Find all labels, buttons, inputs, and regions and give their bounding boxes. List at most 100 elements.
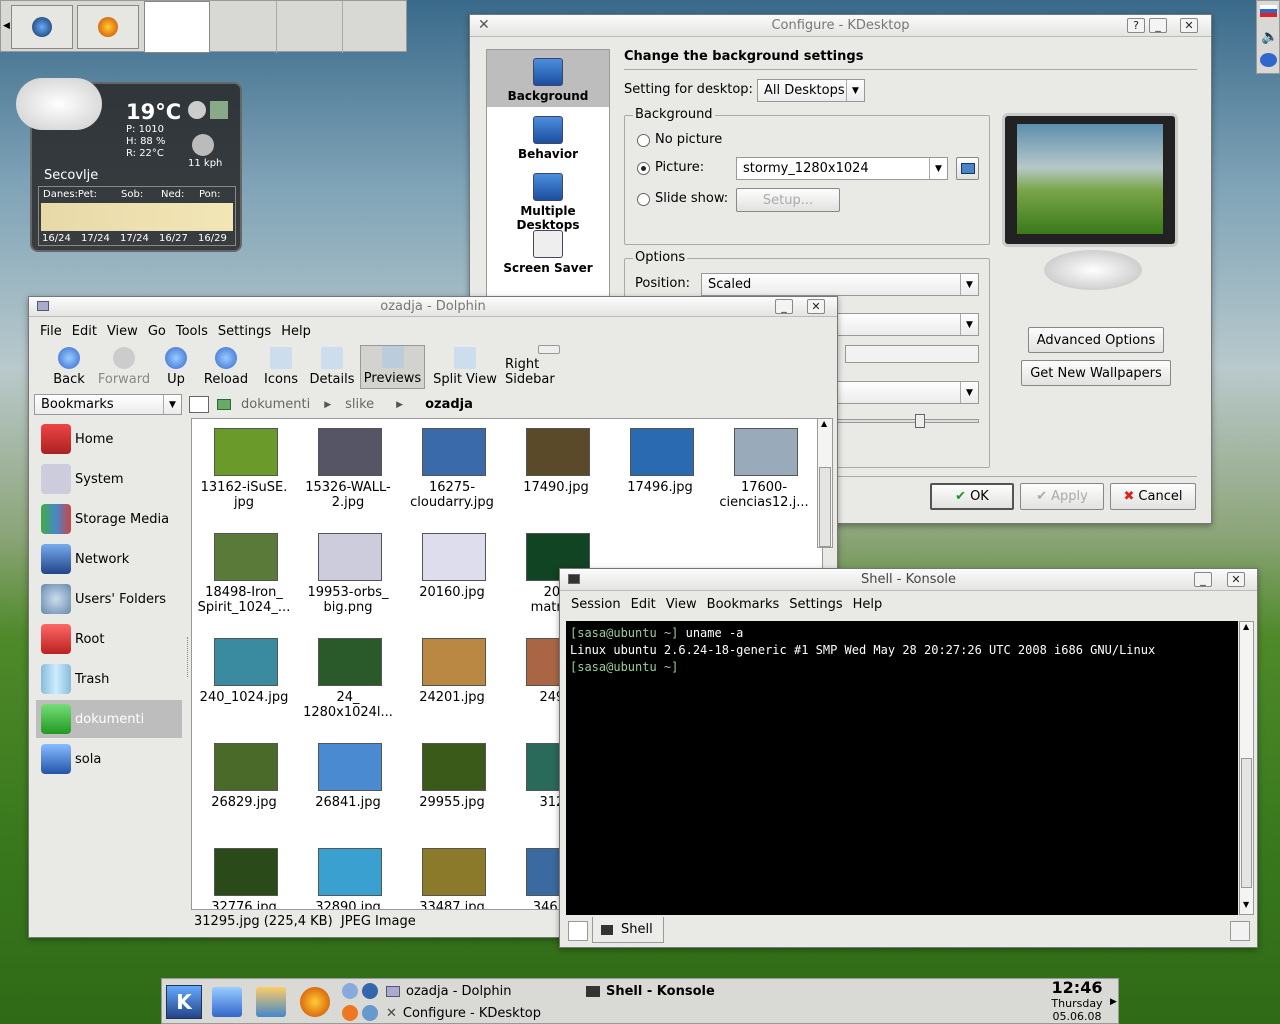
konqueror-icon[interactable] [11,5,73,49]
file-name[interactable]: 32776.jpg [192,900,296,909]
file-name[interactable]: 29955.jpg [400,795,504,810]
file-thumbnail[interactable] [318,533,382,581]
pager-desktop-1[interactable] [144,1,210,53]
menu-file[interactable]: File [40,324,62,339]
place-network[interactable]: Network [41,540,187,578]
file-thumbnail[interactable] [318,743,382,791]
bookmarks-select[interactable]: Bookmarks ▼ [34,394,182,415]
minimize-button[interactable]: _ [1149,18,1167,33]
menu-edit[interactable]: Edit [72,324,97,339]
no-picture-radio[interactable] [637,134,650,147]
close-button[interactable]: ✕ [1180,18,1198,33]
task-icon[interactable] [362,983,378,999]
new-session-button[interactable] [568,921,588,941]
back-button[interactable]: Back [47,345,91,389]
menu-settings[interactable]: Settings [789,597,842,612]
split-view-button[interactable]: Split View [433,345,497,389]
file-thumbnail[interactable] [214,743,278,791]
file-name[interactable]: 24201.jpg [400,690,504,705]
previews-view-button[interactable]: Previews [360,345,425,389]
place-system[interactable]: System [41,460,187,498]
right-sidebar-button[interactable]: Right Sidebar [505,345,593,389]
file-name[interactable]: 32890.jpg [296,900,400,909]
file-thumbnail[interactable] [526,428,590,476]
scroll-down-icon[interactable]: ▼ [1243,900,1249,909]
file-name[interactable]: 240_1024.jpg [192,690,296,705]
minimize-button[interactable]: _ [775,299,793,314]
home-icon[interactable] [212,987,242,1017]
file-thumbnail[interactable] [318,848,382,896]
menu-session[interactable]: Session [571,597,621,612]
advanced-options-button[interactable]: Advanced Options [1028,327,1164,353]
file-thumbnail[interactable] [422,533,486,581]
file-name-line2[interactable]: Spirit_1024_... [192,600,296,615]
forward-button[interactable]: Forward [95,345,153,389]
pager-desktop-2[interactable] [211,1,277,53]
nav-background[interactable]: Background [487,58,609,103]
file-thumbnail[interactable] [318,638,382,686]
place-storage-media[interactable]: Storage Media [41,500,187,538]
file-thumbnail[interactable] [422,743,486,791]
location-toggle-button[interactable] [189,396,209,413]
session-tab[interactable]: Shell [592,917,664,943]
reload-button[interactable]: Reload [203,345,249,389]
color-field[interactable] [845,345,979,363]
menu-bookmarks[interactable]: Bookmarks [707,597,780,612]
file-name[interactable]: 13162-iSuSE. [192,480,296,495]
task-icon[interactable] [342,1005,358,1021]
setup-button[interactable]: Setup... [736,188,840,212]
terminal-scrollbar[interactable]: ▲ ▼ [1239,621,1254,915]
file-thumbnail[interactable] [422,848,486,896]
place-home[interactable]: Home [41,420,187,458]
clock[interactable]: 12:46 Thursday 05.06.08 [1046,979,1108,1024]
icons-view-button[interactable]: Icons [263,345,299,389]
close-session-button[interactable] [1230,921,1250,941]
panel-arrow-icon[interactable]: ▶ [1110,997,1117,1007]
help-button[interactable]: ? [1127,18,1145,33]
slide-show-radio[interactable] [637,193,650,206]
control-center-icon[interactable] [256,987,286,1017]
places-splitter[interactable] [187,637,189,677]
file-name[interactable]: 17490.jpg [504,480,608,495]
file-thumbnail[interactable] [214,428,278,476]
minimize-button[interactable]: _ [1194,572,1212,587]
file-thumbnail[interactable] [318,428,382,476]
get-new-wallpapers-button[interactable]: Get New Wallpapers [1021,360,1171,386]
file-thumbnail[interactable] [734,428,798,476]
nav-multiple-desktops[interactable]: Multiple Desktops [487,173,609,232]
apply-button[interactable]: ✔ Apply [1020,483,1104,510]
firefox-icon[interactable] [77,5,139,49]
menu-settings[interactable]: Settings [218,324,271,339]
file-name[interactable]: 20160.jpg [400,585,504,600]
file-name[interactable]: 17496.jpg [608,480,712,495]
menu-view[interactable]: View [107,324,138,339]
file-name[interactable]: 15326-WALL- [296,480,400,495]
close-button[interactable]: ✕ [807,299,825,314]
file-name[interactable]: 18498-Iron_ [192,585,296,600]
place-dokumenti[interactable]: dokumenti [41,700,187,738]
file-scrollbar[interactable]: ▲ [817,418,833,548]
file-name-line2[interactable]: jpg [192,495,296,510]
menu-help[interactable]: Help [281,324,311,339]
file-thumbnail[interactable] [422,428,486,476]
breadcrumb-item-current[interactable]: ozadja [425,397,473,412]
menu-tools[interactable]: Tools [176,324,208,339]
file-thumbnail[interactable] [630,428,694,476]
details-view-button[interactable]: Details [309,345,355,389]
pager-desktop-3[interactable] [277,1,343,53]
place-trash[interactable]: Trash [41,660,187,698]
blend-slider-handle[interactable] [915,414,925,428]
menu-view[interactable]: View [666,597,697,612]
file-name-line2[interactable]: 1280x1024l... [296,705,400,720]
volume-icon[interactable]: 🔈 [1261,29,1278,45]
network-icon[interactable] [1260,53,1277,67]
task-icon[interactable] [342,983,358,999]
scroll-thumb[interactable] [819,467,831,547]
file-name-line2[interactable]: 2.jpg [296,495,400,510]
file-thumbnail[interactable] [422,638,486,686]
open-file-button[interactable] [956,157,979,180]
file-name[interactable]: 33487.jpg [400,900,504,909]
up-button[interactable]: Up [161,345,191,389]
terminal[interactable]: [sasa@ubuntu ~] uname -a Linux ubuntu 2.… [566,621,1238,915]
file-name[interactable]: 24_ [296,690,400,705]
